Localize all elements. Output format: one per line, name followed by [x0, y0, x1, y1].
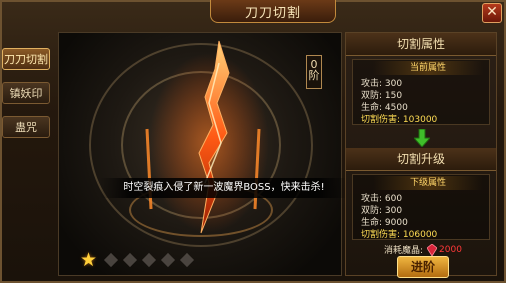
star-icon-dim — [160, 252, 176, 268]
next-stats-subheader: 下级属性 — [373, 176, 483, 190]
stat-cut-damage: 切割伤害: 103000 — [361, 115, 438, 125]
cut-upgrade-header: 切割升级 — [346, 148, 496, 171]
arrow-down-icon — [414, 129, 430, 147]
tab-demon-seal[interactable]: 镇妖印 — [2, 82, 50, 104]
cost-value: 2000 — [439, 244, 462, 255]
system-notice: 时空裂痕入侵了新一波魔界BOSS，快来击杀! — [100, 178, 348, 198]
crystal-icon — [427, 243, 438, 256]
cost-label: 消耗魔晶: — [384, 246, 424, 256]
cost-row: 消耗魔晶: 2000 — [384, 243, 462, 256]
advance-button[interactable]: 进阶 — [397, 256, 449, 278]
current-stats-box: 当前属性 攻击: 300 双防: 150 生命: 4500 切割伤害: 1030… — [352, 59, 490, 125]
star-icon-dim — [122, 252, 138, 268]
level-badge: 0阶 — [306, 55, 322, 89]
tab-curse[interactable]: 蛊咒 — [2, 116, 50, 138]
star-icon-dim — [141, 252, 157, 268]
cut-attributes-header: 切割属性 — [346, 33, 496, 56]
next-stats-box: 下级属性 攻击: 600 双防: 300 生命: 9000 切割伤害: 1060… — [352, 174, 490, 240]
star-progress: ★ — [80, 249, 195, 271]
weapon-display: 0阶 — [58, 32, 342, 276]
attribute-panel: 切割属性 当前属性 攻击: 300 双防: 150 生命: 4500 切割伤害:… — [345, 32, 497, 276]
star-icon-lit: ★ — [80, 249, 98, 271]
star-icon-dim — [103, 252, 119, 268]
close-button[interactable]: ✕ — [482, 3, 502, 23]
star-icon-dim — [179, 252, 195, 268]
tab-blade-cut[interactable]: 刀刀切割 — [2, 48, 50, 70]
stat-cut-damage: 切割伤害: 106000 — [361, 230, 438, 240]
current-stats-subheader: 当前属性 — [373, 61, 483, 75]
window-title: 刀刀切割 — [210, 0, 336, 23]
blade-graphic — [145, 40, 269, 234]
